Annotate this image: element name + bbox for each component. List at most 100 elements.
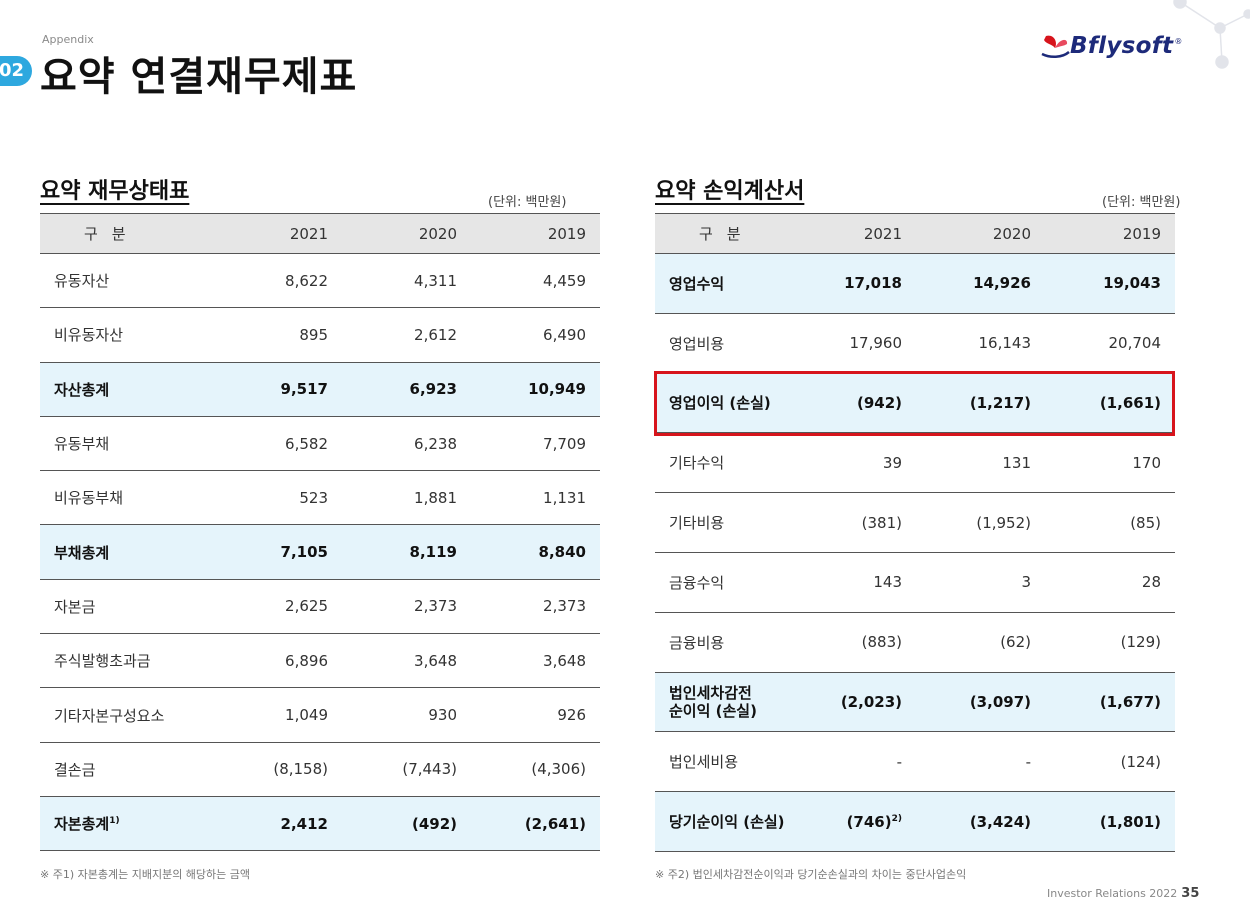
row-label-text: 영업수익 [669,274,725,293]
income-statement-unit: (단위: 백만원) [1102,195,1181,210]
table-row: 영업이익 (손실) (942) (1,217) (1,661) [655,373,1175,434]
value-text: (3,424) [969,812,1031,831]
page-number: 35 [1181,886,1200,901]
row-label: 자산총계 [40,362,216,417]
value-text: 143 [873,573,902,592]
table-header-row: 구분 2021 2020 2019 [655,213,1175,254]
value-cell: (124) [1045,731,1175,793]
row-label: 영업비용 [655,313,831,374]
company-logo: Bflysoft ® [1040,32,1182,60]
row-label-text: 기타비용 [669,514,725,533]
row-label-text: 결손금 [54,760,96,779]
value-cell: (3,097) [916,672,1045,733]
value-text: 39 [882,453,902,472]
value-cell: 4,311 [342,253,471,309]
row-label-text: 영업비용 [669,334,725,353]
row-label-text: 기타자본구성요소 [54,706,165,725]
value-text: (129) [1120,633,1161,652]
value-text: 20,704 [1108,334,1162,353]
section-number-badge: 02 [0,56,32,86]
table-row: 기타수익 39 131 170 [655,432,1175,494]
value-text: (883) [861,633,902,652]
value-text: 17,960 [849,334,903,353]
column-header-2021: 2021 [216,213,342,254]
value-cell: 14,926 [916,253,1045,314]
value-cell: 6,896 [216,633,342,689]
table-row: 주식발행초과금 6,896 3,648 3,648 [40,633,600,689]
value-text: (62) [1000,633,1031,652]
value-text: (1,217) [969,393,1031,412]
value-cell: 10,949 [471,362,600,417]
row-label: 영업수익 [655,253,831,314]
value-text: 170 [1132,453,1161,472]
table-row: 유동자산 8,622 4,311 4,459 [40,253,600,309]
row-label-text: 유동자산 [54,272,110,291]
value-text: 131 [1002,453,1031,472]
row-label: 금융비용 [655,612,831,673]
table-row: 법인세차감전 순이익 (손실) (2,023) (3,097) (1,677) [655,672,1175,733]
value-cell: 131 [916,432,1045,494]
balance-sheet-title: 요약 재무상태표 [40,179,190,204]
table-row: 결손금 (8,158) (7,443) (4,306) [40,742,600,797]
row-label-text: 비유동부채 [54,489,124,508]
logo-registered-mark: ® [1174,36,1183,46]
row-label-text: 기타수익 [669,454,725,473]
value-cell: 1,049 [216,687,342,743]
row-label: 결손금 [40,742,216,797]
row-label: 금융수익 [655,552,831,613]
value-text: 28 [1141,573,1161,592]
value-cell: 7,105 [216,524,342,580]
value-cell: 930 [342,687,471,743]
balance-sheet-unit: (단위: 백만원) [488,195,567,210]
row-label-line: 법인세차감전 [669,683,752,702]
row-label: 주식발행초과금 [40,633,216,689]
column-header-2020: 2020 [916,213,1045,254]
value-cell: 895 [216,307,342,363]
table-row: 부채총계 7,105 8,119 8,840 [40,524,600,580]
balance-sheet-table: 구분 2021 2020 2019 유동자산 8,622 4,311 4,459 비유동… [40,213,600,852]
value-cell: - [831,731,916,793]
value-text: (1,661) [1099,393,1161,412]
value-text: 17,018 [844,274,902,293]
value-text: (1,801) [1099,812,1161,831]
row-label-text: 당기순이익 (손실) [669,813,785,832]
income-statement-footnote: ※ 주2) 법인세차감전순이익과 당기순손실과의 차이는 중단사업손익 [655,868,967,881]
value-cell: 2,373 [471,579,600,635]
value-cell: 2,373 [342,579,471,635]
value-cell: (1,952) [916,492,1045,553]
column-header-2021: 2021 [831,213,916,254]
value-cell: (1,661) [1045,373,1175,434]
value-cell: (492) [342,796,471,852]
value-cell: 6,238 [342,416,471,472]
value-cell: (3,424) [916,791,1045,852]
value-cell: 4,459 [471,253,600,309]
row-label: 법인세비용 [655,731,831,793]
table-row: 자본금 2,625 2,373 2,373 [40,579,600,635]
value-cell: 7,709 [471,416,600,472]
value-cell: 143 [831,552,916,613]
value-text: (85) [1130,513,1161,532]
value-text: (942) [856,393,902,412]
value-cell: (2,641) [471,796,600,852]
value-cell: 2,625 [216,579,342,635]
value-cell: 170 [1045,432,1175,494]
table-row: 법인세비용 - - (124) [655,731,1175,793]
row-label-text: 주식발행초과금 [54,652,151,671]
row-label: 비유동자산 [40,307,216,363]
value-cell: 9,517 [216,362,342,417]
value-cell: (883) [831,612,916,673]
value-cell: (7,443) [342,742,471,797]
value-text: (124) [1120,752,1161,771]
row-label-text: 영업이익 (손실) [669,394,771,413]
value-text: - [896,752,902,771]
value-cell: (2,023) [831,672,916,733]
value-cell: 523 [216,470,342,526]
row-label: 유동자산 [40,253,216,309]
footer-text: Investor Relations 2022 [1047,887,1178,900]
table-row: 기타비용 (381) (1,952) (85) [655,492,1175,553]
value-cell: 28 [1045,552,1175,613]
row-label-text: 금융수익 [669,573,725,592]
table-row: 금융비용 (883) (62) (129) [655,612,1175,673]
row-label-text: 부채총계 [54,543,110,562]
value-text: (3,097) [969,692,1031,711]
